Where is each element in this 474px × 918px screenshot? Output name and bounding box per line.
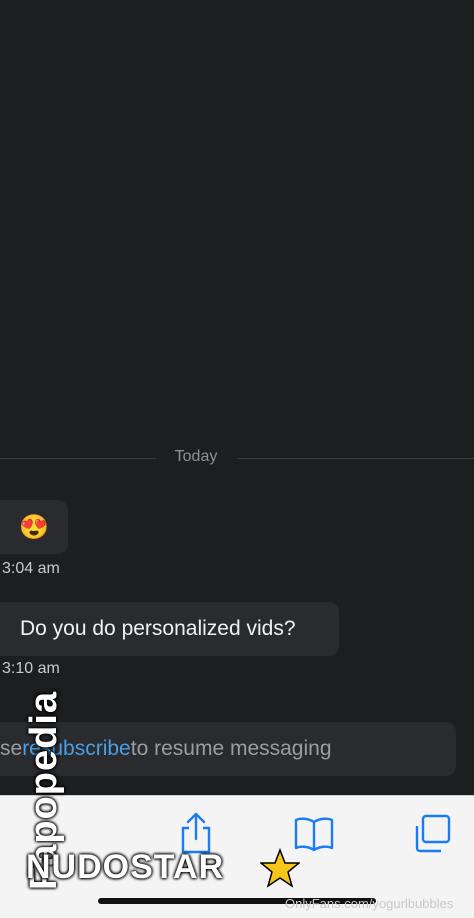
watermark-bottom: NUDOSTAR — [26, 848, 225, 886]
message-bubble-text[interactable]: Do you do personalized vids? — [0, 602, 339, 656]
banner-suffix: to resume messaging — [130, 737, 332, 760]
watermark-url: OnlyFans.com/yogurlbubbles — [285, 896, 454, 911]
message-time: 3:04 am — [2, 560, 60, 577]
heart-eyes-emoji: 😍 — [19, 513, 49, 541]
message-text: Do you do personalized vids? — [20, 617, 296, 640]
tabs-icon[interactable] — [413, 814, 453, 854]
star-icon — [260, 848, 300, 888]
divider-line-right — [237, 458, 474, 459]
divider-line-left — [0, 458, 156, 459]
bookmarks-icon[interactable] — [294, 816, 334, 852]
chat-thread: Today 😍 3:04 am Do you do personalized v… — [0, 0, 474, 795]
message-bubble-emoji[interactable]: 😍 — [0, 500, 68, 554]
message-time: 3:10 am — [2, 660, 60, 677]
date-divider: Today — [174, 448, 218, 465]
